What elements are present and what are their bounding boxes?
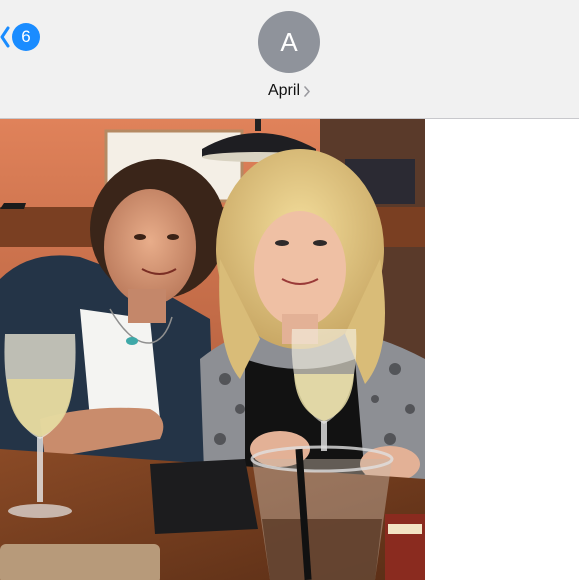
contact-name: April: [267, 82, 300, 99]
chevron-left-icon: [0, 26, 10, 48]
contact-name-row: April: [242, 82, 336, 100]
unread-count-badge: 6: [12, 23, 40, 51]
contact-details-button[interactable]: A April: [242, 10, 336, 106]
photo-image: [0, 119, 425, 580]
conversation-header: 6 A April: [0, 0, 579, 119]
chevron-right-icon: [304, 85, 310, 97]
photo-message[interactable]: [0, 119, 425, 580]
back-button[interactable]: 6: [0, 22, 40, 52]
avatar: A: [258, 11, 320, 73]
